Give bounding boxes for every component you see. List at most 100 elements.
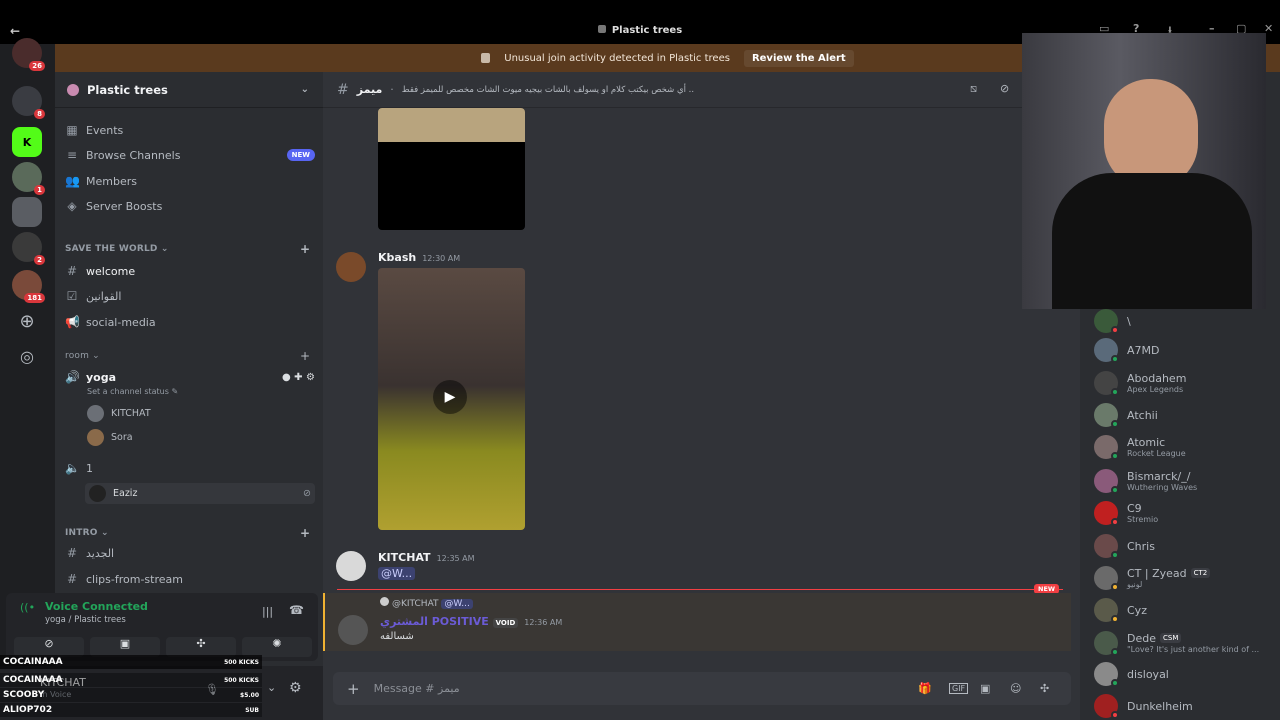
channel-actions-icon[interactable]: ● ✚ ⚙ [282, 372, 315, 383]
camera-off-button[interactable]: ⊘ [14, 637, 84, 657]
channel-voice-1[interactable]: 🔈 1 [65, 458, 315, 478]
voice-user-eaziz[interactable]: Eaziz ⊘ [85, 483, 315, 504]
channel-new[interactable]: # الجديد [65, 543, 315, 563]
avatar[interactable] [338, 615, 368, 645]
member-text: \ [1127, 315, 1131, 328]
mention[interactable]: @W... [378, 567, 416, 580]
sidebar-item-events[interactable]: ▦ Events [65, 120, 315, 140]
plastic-trees-server-icon[interactable] [12, 197, 42, 227]
chevron-down-icon[interactable]: ⌄ [267, 681, 276, 694]
speaker-icon: 🔈 [65, 461, 80, 475]
settings-gear-icon[interactable]: ⚙ [289, 680, 302, 696]
add-channel-icon[interactable]: + [300, 349, 310, 363]
member-item[interactable]: Cyz [1094, 598, 1147, 623]
avatar [1094, 534, 1119, 559]
gif-icon[interactable]: GIF [949, 683, 969, 694]
voice-user-kitchat[interactable]: KITCHAT [87, 405, 151, 422]
channel-social-media[interactable]: 📢 social-media [65, 312, 315, 332]
member-item[interactable]: Atchii [1094, 403, 1158, 428]
message-header: المشتري POSITIVE VOID 12:36 AM [380, 615, 562, 628]
voice-status[interactable]: Voice Connected [45, 600, 148, 613]
screen-share-button[interactable]: ▣ [90, 637, 160, 657]
add-server-icon[interactable]: ⊕ [12, 306, 42, 336]
apps-icon[interactable]: ✣ [1040, 682, 1049, 695]
badge: 1 [34, 185, 45, 195]
category-label: room [65, 351, 90, 361]
avatar [1094, 598, 1119, 623]
member-item[interactable]: Dede CSM "Love? It's just another kind of … [1094, 631, 1259, 656]
member-item[interactable]: CT | Zyead CT2 لونيو [1094, 566, 1211, 591]
member-name: A7MD [1127, 343, 1160, 357]
play-icon[interactable]: ▶ [433, 380, 467, 414]
hash-icon: # [66, 546, 78, 560]
soundboard-icon[interactable]: ||| [262, 605, 273, 618]
member-text: Chris [1127, 540, 1155, 553]
discover-icon[interactable]: ◎ [12, 341, 42, 371]
server-header[interactable]: Plastic trees ⌄ [55, 72, 323, 108]
voice-user-sora[interactable]: Sora [87, 429, 133, 446]
chevron-down-icon[interactable]: ⌄ [301, 84, 309, 95]
channel-topic[interactable]: أي شخص بيكتب كلام او يسولف بالشات بيجيه … [402, 85, 694, 95]
member-item[interactable]: C9 Stremio [1094, 501, 1158, 526]
reply-avatar-icon [380, 597, 389, 606]
disconnect-icon[interactable]: ☎ [289, 603, 304, 617]
voice-location[interactable]: yoga / Plastic trees [45, 615, 126, 625]
status-dot [1111, 679, 1119, 687]
member-item[interactable]: Bismarck/_/Wuthering Waves [1094, 469, 1197, 494]
member-item[interactable]: disloyal [1094, 662, 1169, 687]
server-icon[interactable]: 1 [12, 162, 45, 195]
category-room[interactable]: room ⌄ + [65, 349, 315, 363]
sidebar-item-server-boosts[interactable]: ◈ Server Boosts [65, 196, 315, 216]
channel-rules[interactable]: ☑ القوانين [65, 286, 315, 306]
member-item[interactable]: \ [1094, 309, 1131, 334]
avatar[interactable] [336, 551, 366, 581]
message-header: KITCHAT 12:35 AM [378, 551, 475, 564]
add-channel-icon[interactable]: + [300, 242, 310, 256]
member-item[interactable]: Chris [1094, 534, 1155, 559]
member-name: Dunkelheim [1127, 699, 1193, 713]
message-author[interactable]: المشتري POSITIVE [380, 615, 489, 628]
member-item[interactable]: Atomic Rocket League [1094, 435, 1186, 460]
threads-icon[interactable]: ⧅ [970, 82, 977, 96]
video-attachment[interactable]: ▶ [378, 268, 525, 530]
channel-yoga[interactable]: 🔊 yoga ● ✚ ⚙ [65, 367, 315, 387]
review-alert-button[interactable]: Review the Alert [743, 49, 854, 67]
category-intro[interactable]: INTRO ⌄ + [65, 526, 315, 540]
attach-plus-icon[interactable]: + [347, 680, 360, 698]
activities-button[interactable]: ✣ [166, 637, 236, 657]
channel-welcome[interactable]: # welcome [65, 261, 315, 281]
emoji-icon[interactable]: ☺ [1010, 682, 1021, 695]
soundboard-button[interactable]: ✺ [242, 637, 312, 657]
server-icon[interactable]: 181 [12, 270, 45, 303]
reply-reference[interactable]: @KITCHAT @W... [380, 597, 473, 609]
member-item[interactable]: Abodahem Apex Legends [1094, 371, 1186, 396]
user-avatar-top[interactable]: 26 [12, 38, 45, 71]
message-input[interactable]: Message # ميمز [374, 682, 460, 695]
category-save-the-world[interactable]: SAVE THE WORLD ⌄ + [65, 242, 315, 256]
member-item[interactable]: Dunkelheim [1094, 694, 1193, 719]
member-name: Dede [1127, 631, 1156, 645]
message-author[interactable]: Kbash [378, 251, 416, 264]
reply-author: @KITCHAT [392, 599, 439, 609]
highlighted-message: @KITCHAT @W... المشتري POSITIVE VOID 12:3… [323, 593, 1071, 651]
channel-status[interactable]: Set a channel status ✎ [87, 387, 178, 396]
channel-label: social-media [86, 315, 156, 329]
sticker-icon[interactable]: ▣ [980, 682, 990, 695]
status-dot [1111, 486, 1119, 494]
gift-icon[interactable]: 🎁 [918, 682, 932, 695]
kick-server-icon[interactable]: K [12, 127, 42, 157]
server-icon[interactable]: 8 [12, 86, 45, 119]
sidebar-item-browse-channels[interactable]: ≡ Browse Channels NEW [65, 145, 315, 165]
channel-clips-from-stream[interactable]: # clips-from-stream [65, 569, 315, 589]
member-text: C9 Stremio [1127, 502, 1158, 525]
hash-icon: # [66, 264, 78, 278]
server-icon[interactable]: 2 [12, 232, 45, 265]
media-image[interactable] [378, 108, 525, 230]
channel-label: welcome [86, 264, 136, 278]
member-item[interactable]: A7MD [1094, 338, 1160, 363]
notification-mute-icon[interactable]: ⊘ [1000, 82, 1009, 95]
add-channel-icon[interactable]: + [300, 526, 310, 540]
message-author[interactable]: KITCHAT [378, 551, 431, 564]
sidebar-item-members[interactable]: 👥 Members [65, 171, 315, 191]
avatar[interactable] [336, 252, 366, 282]
